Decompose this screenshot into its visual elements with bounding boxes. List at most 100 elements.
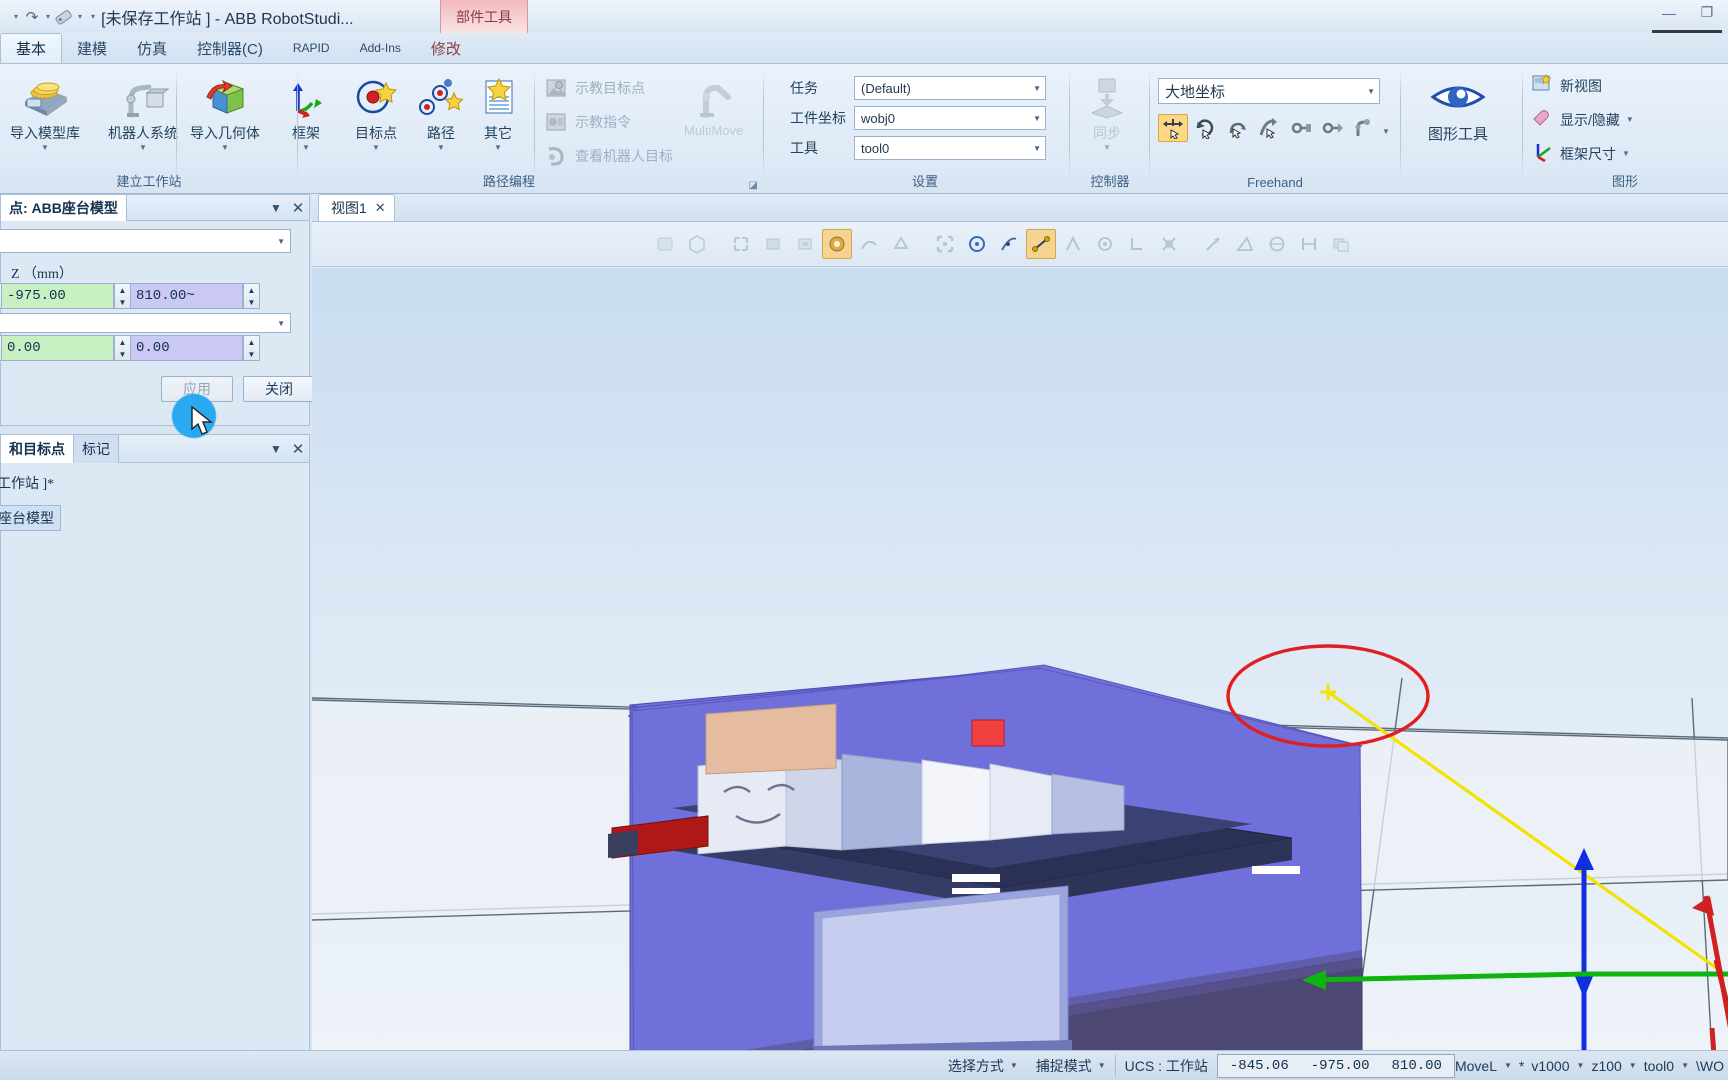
status-motion-settings[interactable]: MoveL ▼ * v1000 ▼ z100 ▼ tool0 ▼ \WO	[1455, 1058, 1728, 1074]
ribbon-item-frame-size[interactable]: 框架尺寸 ▼	[1532, 142, 1630, 165]
chevron-down-icon[interactable]: ▼	[494, 144, 502, 152]
chevron-down-icon[interactable]: ▼	[277, 319, 285, 328]
snap-object-icon[interactable]	[930, 229, 960, 259]
panel-menu-icon[interactable]: ▼	[265, 201, 287, 215]
measure-distance-icon[interactable]	[1198, 229, 1228, 259]
tab-modeling[interactable]: 建模	[62, 33, 122, 63]
stepper-down-icon[interactable]: ▼	[244, 348, 259, 360]
quick-access-toolbar[interactable]: ▾ ↷ ▾ ▾ ▾	[0, 7, 95, 27]
ribbon-button-robot-system[interactable]: 机器人系统 ▼	[104, 70, 182, 154]
chevron-down-icon[interactable]: ▼	[41, 144, 49, 152]
jog-linear-icon[interactable]	[1254, 114, 1284, 142]
reference-frame-combo[interactable]: ▼	[0, 229, 291, 253]
chevron-down-icon[interactable]: ▼	[1626, 116, 1634, 124]
snap-grid-icon[interactable]	[1090, 229, 1120, 259]
tree-selected-node[interactable]: 座台模型	[0, 505, 61, 531]
stepper-down-icon[interactable]: ▼	[0, 348, 1, 360]
status-select-mode[interactable]: 选择方式 ▼	[939, 1054, 1027, 1078]
select-wobj-icon[interactable]	[886, 229, 916, 259]
orientation-z-field[interactable]: 0.00	[131, 335, 243, 361]
snap-edge-icon[interactable]	[1058, 229, 1088, 259]
view-toolbar[interactable]	[312, 222, 1728, 267]
snap-corner-icon[interactable]	[1122, 229, 1152, 259]
tab-controller[interactable]: 控制器(C)	[182, 33, 278, 63]
wobj-combo[interactable]: wobj0 ▼	[854, 106, 1046, 130]
measure-minimum-distance-icon[interactable]	[1294, 229, 1324, 259]
snap-center-icon[interactable]	[962, 229, 992, 259]
close-icon[interactable]: ✕	[287, 440, 309, 458]
ribbon-button-graphics-tools[interactable]: 图形工具	[1424, 70, 1492, 146]
orientation-y-field[interactable]: 0.00	[2, 335, 114, 361]
ribbon-button-import-geometry[interactable]: 导入几何体 ▼	[186, 70, 264, 154]
freehand-button-row[interactable]: ▼	[1158, 114, 1390, 142]
position-z-field[interactable]: 810.00~	[131, 283, 243, 309]
minimize-icon[interactable]: —	[1656, 5, 1682, 21]
tab-modify[interactable]: 修改	[416, 33, 476, 63]
chevron-down-icon[interactable]: ▼	[302, 144, 310, 152]
status-speed[interactable]: v1000	[1531, 1058, 1569, 1074]
status-wobj[interactable]: \WO	[1696, 1058, 1724, 1074]
chevron-down-icon[interactable]: ▼	[1367, 87, 1375, 96]
stepper-up-icon[interactable]: ▲	[0, 284, 1, 296]
chevron-down-icon[interactable]: ▼	[1382, 128, 1390, 136]
close-button[interactable]: 关闭	[243, 376, 315, 402]
multirobot-jog-icon[interactable]	[1318, 114, 1348, 142]
chevron-down-icon[interactable]: ▼	[1010, 1061, 1018, 1070]
chevron-down-icon[interactable]: ▼	[1098, 1061, 1106, 1070]
chevron-down-icon[interactable]: ▼	[139, 144, 147, 152]
ribbon-button-multimove[interactable]: MultiMove	[680, 70, 747, 140]
jog-reorient-icon[interactable]	[1286, 114, 1316, 142]
move-freehand-icon[interactable]	[1158, 114, 1188, 142]
orientation-y-stepper[interactable]: ▲ ▼	[114, 335, 131, 361]
measure-diameter-icon[interactable]	[1262, 229, 1292, 259]
select-surface-icon[interactable]	[650, 229, 680, 259]
position-z-stepper[interactable]: ▲ ▼	[243, 283, 260, 309]
chevron-down-icon[interactable]: ▼	[1622, 150, 1630, 158]
ribbon-item-show-hide[interactable]: 显示/隐藏 ▼	[1532, 108, 1634, 131]
rotate-freehand-icon[interactable]	[1190, 114, 1220, 142]
close-icon[interactable]: ✕	[375, 200, 386, 216]
select-group-icon[interactable]	[758, 229, 788, 259]
select-path-icon[interactable]	[854, 229, 884, 259]
panel-tab-paths-targets[interactable]: 和目标点	[1, 434, 74, 463]
select-target-icon[interactable]	[822, 229, 852, 259]
panel-menu-icon[interactable]: ▼	[265, 442, 287, 456]
chevron-down-icon[interactable]: ▼	[1033, 114, 1041, 123]
task-combo[interactable]: (Default) ▼	[854, 76, 1046, 100]
ribbon-button-sync[interactable]: 同步 ▼	[1080, 70, 1134, 154]
snap-end-icon[interactable]	[1026, 229, 1056, 259]
stepper-down-icon[interactable]: ▼	[115, 296, 130, 308]
stepper-up-icon[interactable]: ▲	[115, 336, 130, 348]
select-body-icon[interactable]	[682, 229, 712, 259]
chevron-down-icon[interactable]: ▼	[437, 144, 445, 152]
jog-joint-icon[interactable]	[1222, 114, 1252, 142]
ribbon-button-frame[interactable]: 框架 ▼	[280, 70, 332, 154]
snap-midpoint-icon[interactable]	[994, 229, 1024, 259]
stepper-up-icon[interactable]: ▲	[244, 284, 259, 296]
ribbon-item-new-view[interactable]: 新视图	[1532, 73, 1602, 97]
apply-button[interactable]: 应用	[161, 376, 233, 402]
close-icon[interactable]: ✕	[287, 199, 309, 217]
orientation-z-stepper[interactable]: ▲ ▼	[243, 335, 260, 361]
freeze-view-icon[interactable]	[1326, 229, 1356, 259]
chevron-down-icon[interactable]: ▼	[1033, 84, 1041, 93]
position-y-field[interactable]: -975.00	[2, 283, 114, 309]
tab-basic[interactable]: 基本	[0, 33, 63, 63]
stepper-up-icon[interactable]: ▲	[0, 336, 1, 348]
chevron-down-icon[interactable]: ▼	[372, 144, 380, 152]
chevron-down-icon[interactable]: ▼	[1577, 1061, 1585, 1070]
ribbon-button-import-library[interactable]: 导入模型库 ▼	[6, 70, 84, 154]
snap-tangent-icon[interactable]	[1154, 229, 1184, 259]
status-snap-mode[interactable]: 捕捉模式 ▼	[1027, 1054, 1115, 1078]
tab-rapid[interactable]: RAPID	[278, 33, 345, 63]
chevron-down-icon[interactable]: ▼	[1681, 1061, 1689, 1070]
select-part-icon[interactable]	[726, 229, 756, 259]
mechanism-jog-icon[interactable]	[1350, 114, 1380, 142]
select-mechanism-icon[interactable]	[790, 229, 820, 259]
secondary-combo[interactable]: ▼	[0, 313, 291, 333]
undo-caret-icon[interactable]: ▾	[14, 12, 18, 21]
ribbon-item-teach-instruction[interactable]: 示教指令	[544, 110, 631, 134]
chevron-down-icon[interactable]: ▼	[1629, 1061, 1637, 1070]
chevron-down-icon[interactable]: ▼	[1103, 144, 1111, 152]
restore-icon[interactable]: ❐	[1694, 4, 1720, 21]
